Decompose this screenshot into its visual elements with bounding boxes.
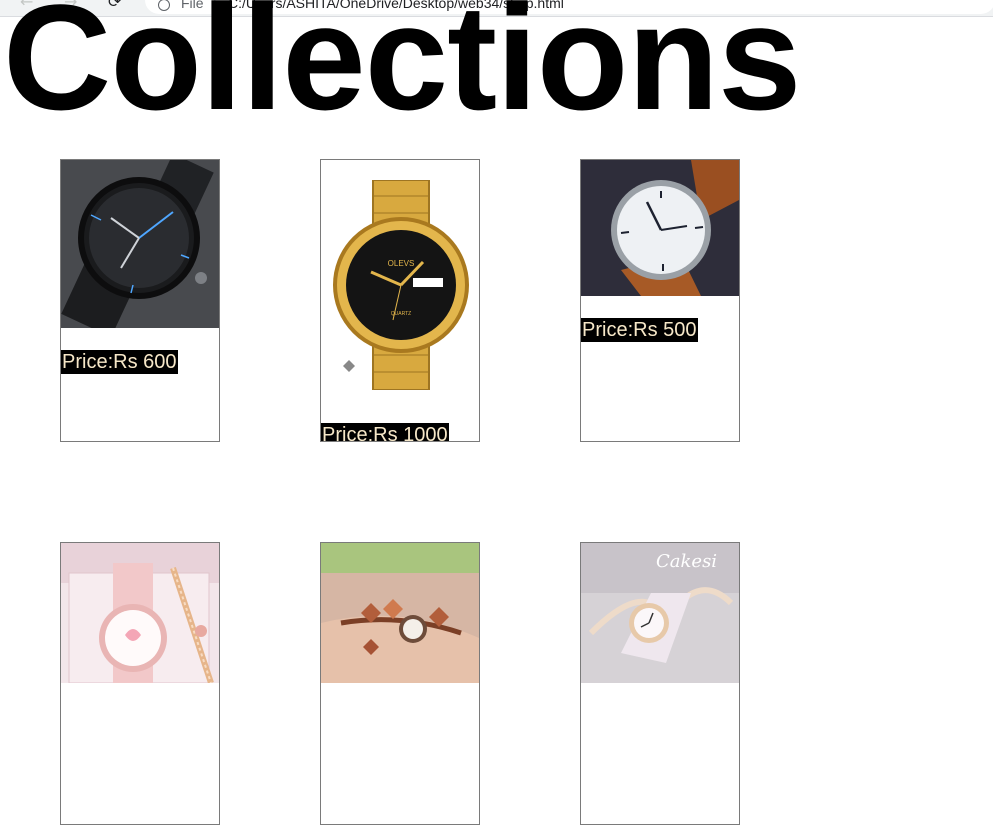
svg-text:Cakesi: Cakesi — [656, 551, 717, 572]
svg-text:QUARTZ: QUARTZ — [391, 311, 411, 317]
gold-olevs-watch-icon[interactable]: OLEVS QUARTZ — [321, 180, 479, 390]
product-card[interactable]: Price:Rs 600 — [60, 159, 220, 442]
page-title: Collections — [3, 0, 801, 141]
product-card[interactable]: Price:Rs 500 — [580, 159, 740, 442]
product-card[interactable]: OLEVS QUARTZ Price:Rs 1000 — [320, 159, 480, 442]
product-price: Price:Rs 600 — [61, 350, 178, 374]
product-card[interactable] — [320, 542, 480, 825]
svg-text:OLEVS: OLEVS — [388, 259, 415, 268]
product-price: Price:Rs 500 — [581, 318, 698, 342]
rose-gold-bracelet-watch-icon[interactable]: Cakesi — [581, 543, 739, 683]
product-card[interactable]: Cakesi — [580, 542, 740, 825]
brown-leather-watch-icon[interactable] — [581, 160, 739, 296]
butterfly-bracelet-watch-icon[interactable] — [321, 543, 479, 683]
product-price: Price:Rs 1000 — [321, 423, 449, 441]
product-card[interactable] — [60, 542, 220, 825]
black-mesh-watch-icon[interactable] — [61, 160, 219, 328]
pink-watch-bracelet-set-icon[interactable] — [61, 543, 219, 683]
